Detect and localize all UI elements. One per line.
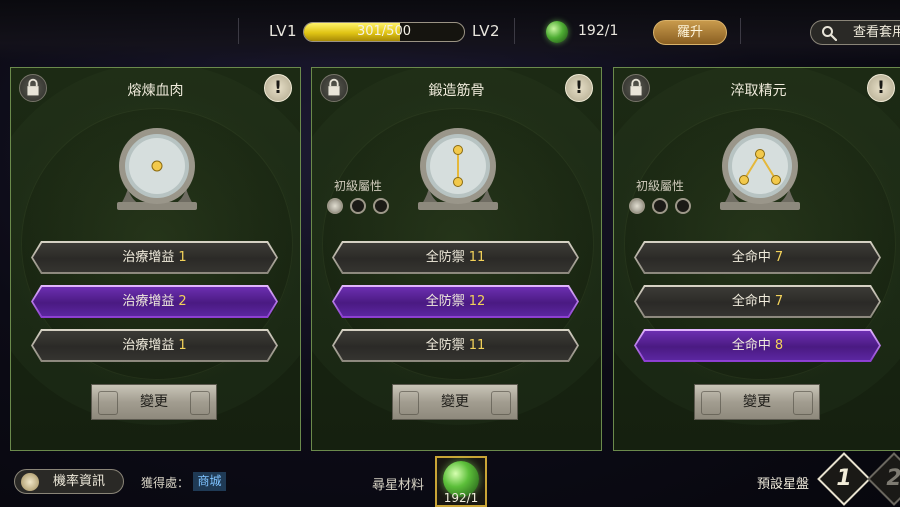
panel-title: 熔煉血肉 (127, 83, 184, 99)
preset-2-button[interactable]: 2 (867, 452, 900, 506)
change-button[interactable]: 變更 (392, 384, 518, 420)
obtain-label: 獲得處： (141, 476, 190, 490)
level-dot (675, 198, 691, 214)
stat-option-2[interactable]: 全命中 7 (634, 285, 881, 318)
divider (514, 18, 515, 44)
preset-1-button[interactable]: 1 (817, 452, 871, 506)
stat-name: 全命中 (731, 294, 771, 309)
stat-value: 11 (468, 338, 486, 353)
view-set-button[interactable]: 查看套用 (810, 20, 900, 45)
change-button[interactable]: 變更 (694, 384, 820, 420)
material-slot[interactable]: 192/1 (435, 456, 487, 507)
panel-title: 淬取精元 (730, 83, 787, 99)
stat-value: 2 (178, 294, 187, 309)
stat-value: 8 (774, 338, 784, 353)
stat-name: 治療增益 (122, 250, 175, 265)
stat-value: 12 (468, 294, 486, 309)
rate-info-button[interactable]: 機率資訊 (14, 469, 124, 494)
dice-icon (21, 473, 39, 491)
upgrade-button[interactable]: 羅升 (653, 20, 727, 45)
xp-text: 301/500 (356, 24, 411, 39)
stat-name: 全防禦 (425, 250, 465, 265)
rate-info-label: 機率資訊 (53, 474, 106, 489)
stat-name: 全防禦 (425, 294, 465, 309)
divider (238, 18, 239, 44)
stat-name: 全命中 (731, 250, 771, 265)
stat-value: 1 (178, 338, 187, 353)
level-next: LV2 (472, 22, 501, 40)
stat-name: 治療增益 (122, 338, 175, 353)
xp-progress-bar: 301/500 (303, 22, 465, 42)
preset-label: 預設星盤 (757, 477, 810, 492)
stat-value: 7 (774, 294, 784, 309)
level-dot (652, 198, 668, 214)
divider (740, 18, 741, 44)
attribute-level-dots (327, 197, 391, 215)
level-dot (350, 198, 366, 214)
stat-name: 治療增益 (122, 294, 175, 309)
stat-option-2[interactable]: 治療增益 2 (31, 285, 278, 318)
info-icon[interactable]: ! (264, 74, 292, 102)
attribute-level-label: 初級屬性 (334, 179, 383, 193)
level-dot (373, 198, 389, 214)
change-button[interactable]: 變更 (91, 384, 217, 420)
star-panel-3: 淬取精元 ! 初級屬性 全命中 7 全命中 7 全命中 8 變更 (613, 67, 900, 451)
level-current: LV1 (269, 22, 298, 40)
panel-title: 鍛造筋骨 (428, 83, 485, 99)
star-material-orb-icon (546, 21, 568, 43)
stat-name: 全防禦 (425, 338, 465, 353)
level-dot (327, 198, 343, 214)
star-panel-2: 鍛造筋骨 ! 初級屬性 全防禦 11 全防禦 12 全防禦 11 變更 (311, 67, 602, 451)
stat-value: 11 (468, 250, 486, 265)
info-icon[interactable]: ! (565, 74, 593, 102)
stat-option-3[interactable]: 全防禦 11 (332, 329, 579, 362)
stat-option-3[interactable]: 治療增益 1 (31, 329, 278, 362)
constellation-seal-icon (418, 128, 498, 210)
constellation-seal-icon (720, 128, 800, 210)
level-dot (629, 198, 645, 214)
stat-option-1[interactable]: 治療增益 1 (31, 241, 278, 274)
star-panel-1: 熔煉血肉 ! 治療增益 1 治療增益 2 治療增益 1 變更 (10, 67, 301, 451)
material-count: 192/1 (578, 23, 619, 39)
material-label: 尋星材料 (372, 478, 425, 493)
info-icon[interactable]: ! (867, 74, 895, 102)
stat-option-3[interactable]: 全命中 8 (634, 329, 881, 362)
stat-name: 全命中 (731, 338, 771, 353)
constellation-seal-icon (117, 128, 197, 210)
view-set-label: 查看套用 (853, 25, 900, 40)
preset-1-number: 1 (836, 466, 852, 491)
stat-option-2[interactable]: 全防禦 12 (332, 285, 579, 318)
stat-value: 1 (178, 250, 187, 265)
stat-option-1[interactable]: 全命中 7 (634, 241, 881, 274)
attribute-level-label: 初級屬性 (636, 179, 685, 193)
top-bar: LV1 301/500 LV2 192/1 羅升 查看套用 (0, 0, 900, 62)
search-icon (822, 26, 837, 41)
shop-link[interactable]: 商城 (193, 472, 226, 491)
stat-option-1[interactable]: 全防禦 11 (332, 241, 579, 274)
material-slot-count: 192/1 (443, 491, 479, 505)
attribute-level-dots (629, 197, 693, 215)
preset-2-number: 2 (886, 466, 900, 491)
stat-value: 7 (774, 250, 784, 265)
